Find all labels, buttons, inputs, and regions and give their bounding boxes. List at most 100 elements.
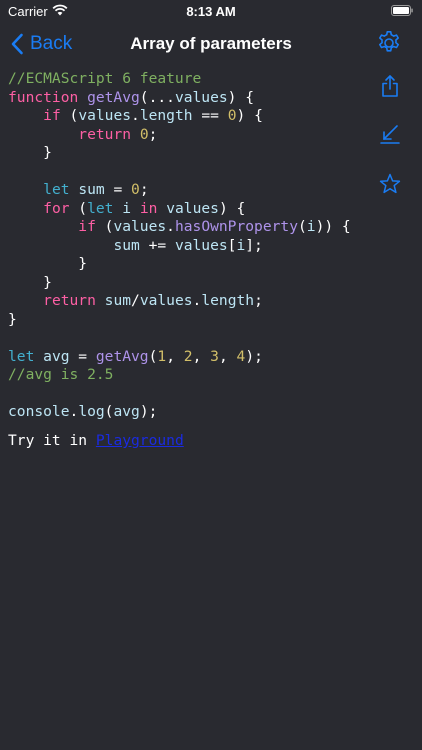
code-token: ( (95, 218, 114, 235)
code-token: let (8, 347, 35, 365)
code-token: ; (148, 125, 158, 143)
star-icon[interactable] (378, 172, 402, 196)
code-token: } (8, 144, 52, 161)
code-token: (... (139, 88, 175, 106)
code-token: length (139, 107, 193, 124)
code-token: += (139, 236, 175, 254)
code-token: ) { (227, 88, 255, 106)
code-token: values (113, 218, 167, 235)
code-line: //ECMAScript 6 feature (8, 70, 351, 89)
code-token: getAvg (95, 347, 149, 365)
code-token: getAvg (87, 88, 140, 106)
code-token: ( (60, 107, 79, 124)
code-token: sum (78, 181, 105, 198)
try-it-label: Try it in (8, 432, 96, 449)
code-token: ) { (236, 107, 263, 124)
code-token: //ECMAScript 6 feature (8, 70, 202, 87)
code-token: values (174, 236, 228, 254)
code-token: let (43, 181, 70, 198)
navigation-bar: Back Array of parameters (0, 26, 422, 62)
code-token: ( (69, 199, 88, 217)
code-token: )) { (315, 218, 351, 235)
share-icon[interactable] (378, 74, 402, 98)
code-line: for (let i in values) { (8, 200, 351, 219)
code-token: let (87, 199, 114, 217)
status-bar: Carrier 8:13 AM (0, 0, 422, 24)
code-token: length (201, 292, 255, 309)
code-token: 0 (139, 125, 149, 143)
code-token: . (69, 403, 79, 420)
try-it-line: Try it in Playground (8, 432, 184, 449)
code-token: values (174, 88, 228, 106)
code-token: = (69, 347, 96, 365)
code-token: ) { (218, 199, 246, 217)
code-token: //avg is 2.5 (8, 366, 114, 383)
code-line: function getAvg(...values) { (8, 89, 351, 108)
code-token: return (43, 292, 96, 309)
playground-link[interactable]: Playground (96, 432, 184, 449)
code-token: . (131, 107, 140, 124)
code-token: values (78, 107, 132, 124)
code-token: avg (43, 347, 70, 365)
code-token: if (78, 218, 96, 235)
gear-icon[interactable] (376, 30, 402, 56)
code-line: if (values.length == 0) { (8, 107, 351, 126)
code-token: } (8, 273, 52, 291)
code-token: , (192, 347, 211, 365)
code-token: i (306, 218, 316, 235)
code-token: avg (113, 403, 140, 420)
code-token: values (166, 199, 219, 217)
code-token: 0 (131, 181, 140, 198)
code-token: ( (297, 218, 307, 235)
code-token: ; (139, 181, 149, 198)
code-token: . (166, 218, 175, 235)
code-line: } (8, 255, 351, 274)
code-token: , (166, 347, 184, 365)
code-token: } (8, 310, 17, 328)
code-token: 1 (157, 347, 167, 365)
code-token: function (8, 88, 88, 106)
code-line: console.log(avg); (8, 403, 351, 422)
code-token: ); (139, 403, 158, 420)
code-token: } (8, 255, 88, 272)
code-block: //ECMAScript 6 feature function getAvg(..… (8, 70, 351, 422)
code-line: //avg is 2.5 (8, 366, 351, 385)
edit-icon[interactable] (378, 122, 402, 146)
code-token: hasOwnProperty (174, 218, 298, 235)
code-token: i (236, 236, 246, 254)
code-token: values (139, 292, 193, 309)
code-line: return 0; (8, 126, 351, 145)
code-line: let avg = getAvg(1, 2, 3, 4); (8, 348, 351, 367)
code-token: sum (104, 292, 132, 309)
code-token: i (122, 199, 132, 217)
code-token: if (43, 107, 61, 124)
code-token: / (131, 292, 140, 309)
code-line: return sum/values.length; (8, 292, 351, 311)
code-line: let sum = 0; (8, 181, 351, 200)
code-line: sum += values[i]; (8, 237, 351, 256)
page-title: Array of parameters (130, 34, 292, 53)
code-token: ]; (245, 236, 263, 254)
code-token: ); (245, 347, 263, 365)
code-token: 0 (227, 107, 237, 124)
code-token: log (78, 403, 105, 420)
code-token: = (104, 181, 132, 198)
code-token: 3 (210, 347, 219, 365)
code-token: 2 (183, 347, 193, 365)
code-line: } (8, 311, 351, 330)
code-token: return (78, 125, 132, 143)
